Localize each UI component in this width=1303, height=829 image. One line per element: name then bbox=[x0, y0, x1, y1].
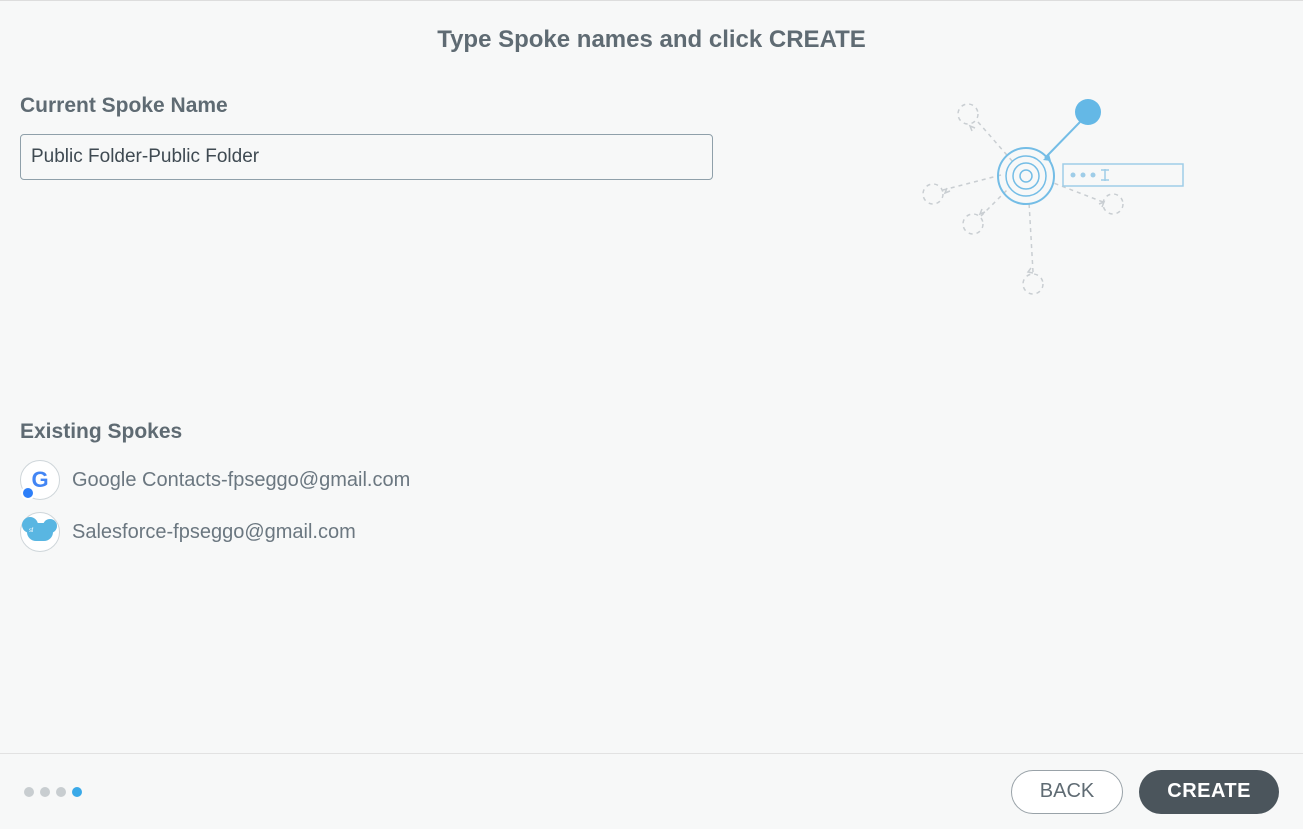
existing-spoke-row: sf Salesforce-fpseggo@gmail.com bbox=[20, 512, 1283, 552]
hub-spoke-illustration bbox=[913, 84, 1213, 304]
google-contacts-icon: G bbox=[20, 460, 60, 500]
step-dot-active bbox=[72, 787, 82, 797]
existing-spokes-heading: Existing Spokes bbox=[20, 420, 1283, 444]
back-button[interactable]: BACK bbox=[1011, 770, 1123, 814]
salesforce-icon: sf bbox=[20, 512, 60, 552]
existing-spoke-label: Salesforce-fpseggo@gmail.com bbox=[72, 521, 356, 544]
step-dot bbox=[40, 787, 50, 797]
current-spoke-input[interactable] bbox=[20, 134, 713, 180]
create-button[interactable]: CREATE bbox=[1139, 770, 1279, 814]
existing-spoke-label: Google Contacts-fpseggo@gmail.com bbox=[72, 469, 410, 492]
step-dot bbox=[24, 787, 34, 797]
existing-spoke-row: G Google Contacts-fpseggo@gmail.com bbox=[20, 460, 1283, 500]
page-title: Type Spoke names and click CREATE bbox=[0, 26, 1303, 54]
step-indicator bbox=[24, 787, 82, 797]
step-dot bbox=[56, 787, 66, 797]
